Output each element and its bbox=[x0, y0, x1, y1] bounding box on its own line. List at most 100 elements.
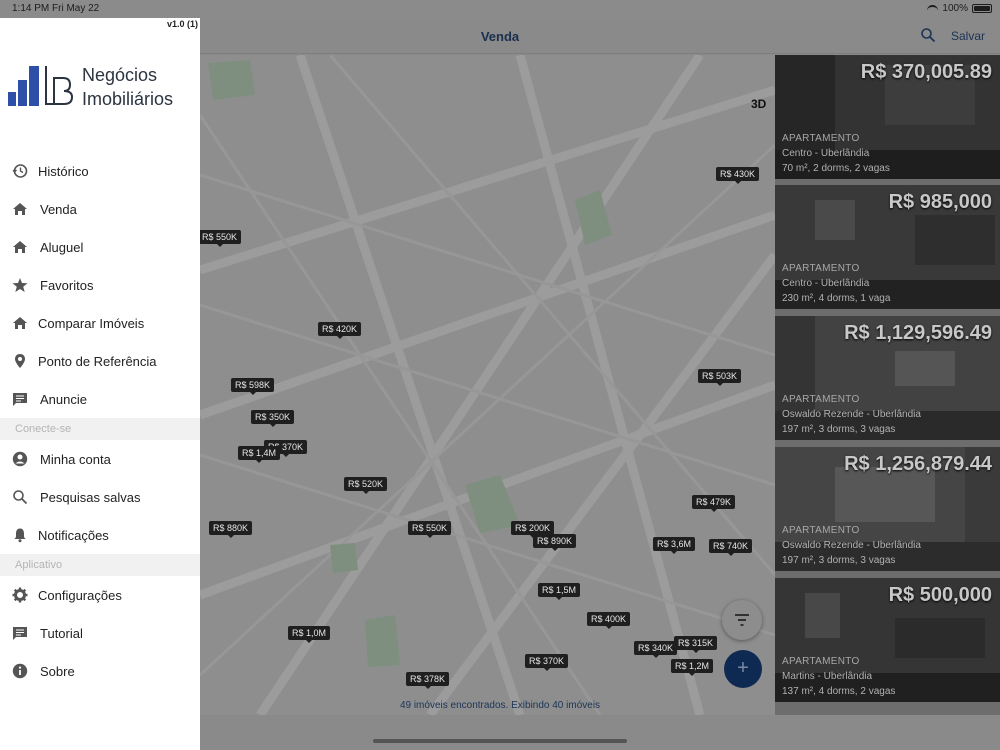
add-button[interactable]: + bbox=[724, 650, 762, 688]
location-pin-icon bbox=[15, 354, 25, 368]
listing-location: Centro - Uberlândia bbox=[782, 278, 870, 289]
info-icon bbox=[12, 663, 28, 679]
wifi-icon bbox=[927, 4, 939, 13]
map-price-pin[interactable]: R$ 1,4M bbox=[238, 446, 281, 463]
menu-item-ponto-de-referencia[interactable]: Ponto de Referência bbox=[0, 342, 200, 380]
menu-item-comparar-imoveis[interactable]: Comparar Imóveis bbox=[0, 304, 200, 342]
map-price-pin[interactable]: R$ 479K bbox=[692, 495, 736, 512]
map-price-pin[interactable]: R$ 740K bbox=[709, 539, 753, 556]
menu-item-tutorial[interactable]: Tutorial bbox=[0, 614, 200, 652]
logo-line1: Negócios bbox=[82, 65, 158, 85]
logo-line2: Imobiliários bbox=[82, 89, 174, 109]
gear-icon bbox=[12, 587, 28, 603]
menu-item-favoritos[interactable]: Favoritos bbox=[0, 266, 200, 304]
menu-item-label: Histórico bbox=[38, 164, 89, 179]
map-price-pin[interactable]: R$ 400K bbox=[587, 612, 631, 629]
menu-item-sobre[interactable]: Sobre bbox=[0, 652, 200, 690]
listing-price: R$ 370,005.89 bbox=[860, 61, 992, 83]
app-logo: Negócios Imobiliários bbox=[8, 62, 198, 114]
listing-location: Oswaldo Rezende - Uberlândia bbox=[782, 409, 921, 420]
map-price-pin[interactable]: R$ 350K bbox=[251, 410, 295, 427]
search-icon[interactable] bbox=[920, 27, 936, 43]
map-price-pin[interactable]: R$ 340K bbox=[634, 641, 678, 658]
menu-item-label: Venda bbox=[40, 202, 77, 217]
listing-details: 70 m², 2 dorms, 2 vagas bbox=[782, 163, 890, 174]
app-version: v1.0 (1) bbox=[166, 19, 198, 29]
menu-item-pesquisas-salvas[interactable]: Pesquisas salvas bbox=[0, 478, 200, 516]
status-right: 100% bbox=[927, 3, 992, 14]
history-icon bbox=[12, 164, 28, 178]
menu-item-label: Ponto de Referência bbox=[38, 354, 157, 369]
map-price-pin[interactable]: R$ 1,2M bbox=[671, 659, 714, 676]
map-price-pin[interactable]: R$ 430K bbox=[716, 167, 760, 184]
map-price-pin[interactable]: R$ 598K bbox=[231, 378, 275, 395]
listing-location: Martins - Uberlândia bbox=[782, 671, 873, 682]
map-price-pin[interactable]: R$ 880K bbox=[209, 521, 253, 538]
logo-mark bbox=[8, 66, 74, 106]
map-price-pin[interactable]: R$ 1,0M bbox=[288, 626, 331, 643]
star-icon bbox=[12, 278, 28, 292]
listing-card[interactable]: R$ 500,000 APARTAMENTO Martins - Uberlân… bbox=[775, 578, 1000, 702]
menu-item-label: Pesquisas salvas bbox=[40, 490, 141, 505]
map-price-pin[interactable]: R$ 503K bbox=[698, 369, 742, 386]
map-price-pin[interactable]: R$ 550K bbox=[408, 521, 452, 538]
message-icon bbox=[13, 627, 27, 640]
menu-item-aluguel[interactable]: Aluguel bbox=[0, 228, 200, 266]
menu-item-label: Anuncie bbox=[40, 392, 87, 407]
listing-card[interactable]: R$ 985,000 APARTAMENTO Centro - Uberlând… bbox=[775, 185, 1000, 309]
save-button[interactable]: Salvar bbox=[951, 29, 985, 43]
filter-icon bbox=[735, 614, 749, 626]
menu-item-historico[interactable]: Histórico bbox=[0, 152, 200, 190]
map-price-pin[interactable]: R$ 378K bbox=[406, 672, 450, 689]
menu-item-venda[interactable]: Venda bbox=[0, 190, 200, 228]
listing-card[interactable]: R$ 1,129,596.49 APARTAMENTO Oswaldo Reze… bbox=[775, 316, 1000, 440]
home-icon bbox=[13, 203, 27, 215]
menu-item-label: Favoritos bbox=[40, 278, 94, 293]
home-indicator[interactable] bbox=[373, 739, 627, 743]
section-label: Conecte-se bbox=[15, 423, 72, 435]
map-3d-toggle[interactable]: 3D bbox=[751, 97, 766, 111]
bell-icon bbox=[14, 528, 26, 543]
listing-type: APARTAMENTO bbox=[782, 133, 860, 144]
status-bar: 1:14 PM Fri May 22 100% bbox=[0, 0, 1000, 18]
account-icon bbox=[12, 451, 28, 467]
menu-item-label: Notificações bbox=[38, 528, 109, 543]
home-icon bbox=[13, 241, 27, 253]
menu-item-notificacoes[interactable]: Notificações bbox=[0, 516, 200, 554]
map-price-pin[interactable]: R$ 420K bbox=[318, 322, 362, 339]
listing-card[interactable]: R$ 370,005.89 APARTAMENTO Centro - Uberl… bbox=[775, 55, 1000, 179]
listing-details: 197 m², 3 dorms, 3 vagas bbox=[782, 555, 896, 566]
listing-type: APARTAMENTO bbox=[782, 525, 860, 536]
listing-location: Centro - Uberlândia bbox=[782, 148, 870, 159]
menu-item-label: Minha conta bbox=[40, 452, 111, 467]
map-price-pin[interactable]: R$ 520K bbox=[344, 477, 388, 494]
section-label: Aplicativo bbox=[15, 559, 63, 571]
listing-column[interactable]: R$ 370,005.89 APARTAMENTO Centro - Uberl… bbox=[775, 55, 1000, 715]
listing-type: APARTAMENTO bbox=[782, 394, 860, 405]
search-icon bbox=[13, 490, 28, 505]
map-price-pin[interactable]: R$ 370K bbox=[525, 654, 569, 671]
map-price-pin[interactable]: R$ 550K bbox=[198, 230, 242, 247]
menu-item-anuncie[interactable]: Anuncie bbox=[0, 380, 200, 418]
map-price-pin[interactable]: R$ 890K bbox=[533, 534, 577, 551]
listing-card[interactable]: R$ 1,256,879.44 APARTAMENTO Oswaldo Reze… bbox=[775, 447, 1000, 571]
menu-item-configuracoes[interactable]: Configurações bbox=[0, 576, 200, 614]
listing-details: 197 m², 3 dorms, 3 vagas bbox=[782, 424, 896, 435]
listing-details: 137 m², 4 dorms, 2 vagas bbox=[782, 686, 896, 697]
section-header-conecte-se: Conecte-se bbox=[0, 418, 200, 440]
home-icon bbox=[13, 317, 27, 329]
listing-price: R$ 500,000 bbox=[888, 584, 992, 606]
filter-button[interactable] bbox=[722, 600, 762, 640]
listing-price: R$ 1,129,596.49 bbox=[844, 322, 992, 344]
menu-item-minha-conta[interactable]: Minha conta bbox=[0, 440, 200, 478]
plus-icon: + bbox=[737, 657, 749, 679]
results-count: 49 imóveis encontrados. Exibindo 40 imóv… bbox=[399, 700, 601, 711]
map-price-pin[interactable]: R$ 315K bbox=[674, 636, 718, 653]
listing-price: R$ 1,256,879.44 bbox=[844, 453, 992, 475]
listing-details: 230 m², 4 dorms, 1 vaga bbox=[782, 293, 891, 304]
listing-type: APARTAMENTO bbox=[782, 656, 860, 667]
map-price-pin[interactable]: R$ 3,6M bbox=[653, 537, 696, 554]
map-price-pin[interactable]: R$ 200K bbox=[511, 521, 555, 538]
map-price-pin[interactable]: R$ 1,5M bbox=[538, 583, 581, 600]
menu-item-label: Tutorial bbox=[40, 626, 83, 641]
